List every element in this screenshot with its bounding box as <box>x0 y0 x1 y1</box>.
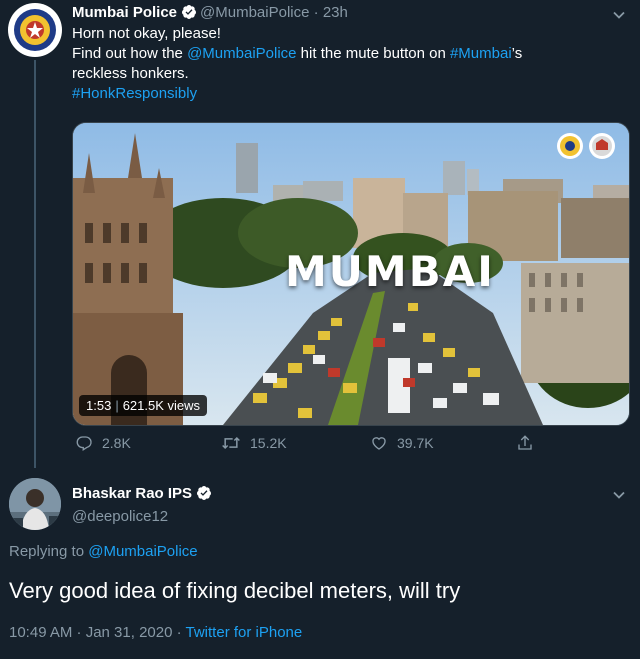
reply-text: Very good idea of fixing decibel meters,… <box>9 578 461 603</box>
retweet-button[interactable]: 15.2K <box>221 434 287 452</box>
reply-button[interactable]: 2.8K <box>75 434 131 452</box>
metadata-separator: · <box>172 624 186 641</box>
like-count: 39.7K <box>397 435 434 451</box>
display-name[interactable]: Mumbai Police <box>72 4 177 21</box>
tweet-line-2: Find out how the @MumbaiPolice hit the m… <box>72 44 592 64</box>
tweet-source-link[interactable]: Twitter for iPhone <box>186 624 303 641</box>
text-fragment: hit the mute button on <box>296 45 450 62</box>
reply-header: Bhaskar Rao IPS @deepolice12 <box>72 484 215 527</box>
handle[interactable]: @MumbaiPolice <box>200 4 309 21</box>
share-button[interactable] <box>516 434 543 452</box>
like-button[interactable]: 39.7K <box>370 434 434 452</box>
replying-prefix: Replying to <box>9 543 89 560</box>
video-view-count: 621.5K views <box>122 398 201 413</box>
verified-icon <box>181 4 197 24</box>
mumbai-police-logo-icon <box>557 133 583 159</box>
tweet-timestamp[interactable]: 10:49 AM · Jan 31, 2020 <box>9 624 172 641</box>
video-stats-badge: 1:53 | 621.5K views <box>79 395 208 416</box>
tweet-line-1: Horn not okay, please! <box>72 25 221 42</box>
thread-connector-line <box>34 60 36 468</box>
video-duration: 1:53 <box>86 398 112 413</box>
hashtag-link-mumbai[interactable]: #Mumbai <box>450 45 512 62</box>
tweet-action-bar: 2.8K 15.2K 39.7K <box>72 434 628 456</box>
reply-count: 2.8K <box>102 435 131 451</box>
text-fragment: ’s <box>511 45 523 62</box>
replying-to-mention[interactable]: @MumbaiPolice <box>88 543 197 560</box>
chevron-down-icon[interactable] <box>612 8 626 22</box>
replying-to-line: Replying to @MumbaiPolice <box>9 543 198 560</box>
mumbai-police-avatar[interactable] <box>8 3 62 57</box>
tweet-time[interactable]: 23h <box>323 4 348 21</box>
display-name[interactable]: Bhaskar Rao IPS <box>72 485 192 502</box>
retweet-count: 15.2K <box>250 435 287 451</box>
police-emblem-icon <box>589 133 615 159</box>
reply-icon <box>76 436 92 451</box>
tweet-line-3: reckless honkers. <box>72 65 189 82</box>
retweet-icon <box>222 436 240 450</box>
tweet-text: Horn not okay, please! Find out how the … <box>72 24 592 104</box>
handle[interactable]: @deepolice12 <box>72 507 215 527</box>
hashtag-link-honkresponsibly[interactable]: #HonkResponsibly <box>72 84 592 104</box>
bhaskar-rao-avatar[interactable] <box>9 478 61 530</box>
video-player[interactable]: MUMBAI 1:53 | 621.5K views <box>72 122 630 426</box>
tweet-metadata: 10:49 AM · Jan 31, 2020 · Twitter for iP… <box>9 624 302 641</box>
heart-icon <box>372 437 386 450</box>
text-fragment: Find out how the <box>72 45 188 62</box>
chevron-down-icon[interactable] <box>612 488 626 502</box>
verified-icon <box>196 485 212 507</box>
share-icon <box>518 435 532 450</box>
mention-link[interactable]: @MumbaiPolice <box>187 45 296 62</box>
tweet-header: Mumbai Police @MumbaiPolice · 23h <box>72 4 348 24</box>
dot-separator: · <box>313 4 319 21</box>
video-overlay-title: MUMBAI <box>285 247 495 296</box>
